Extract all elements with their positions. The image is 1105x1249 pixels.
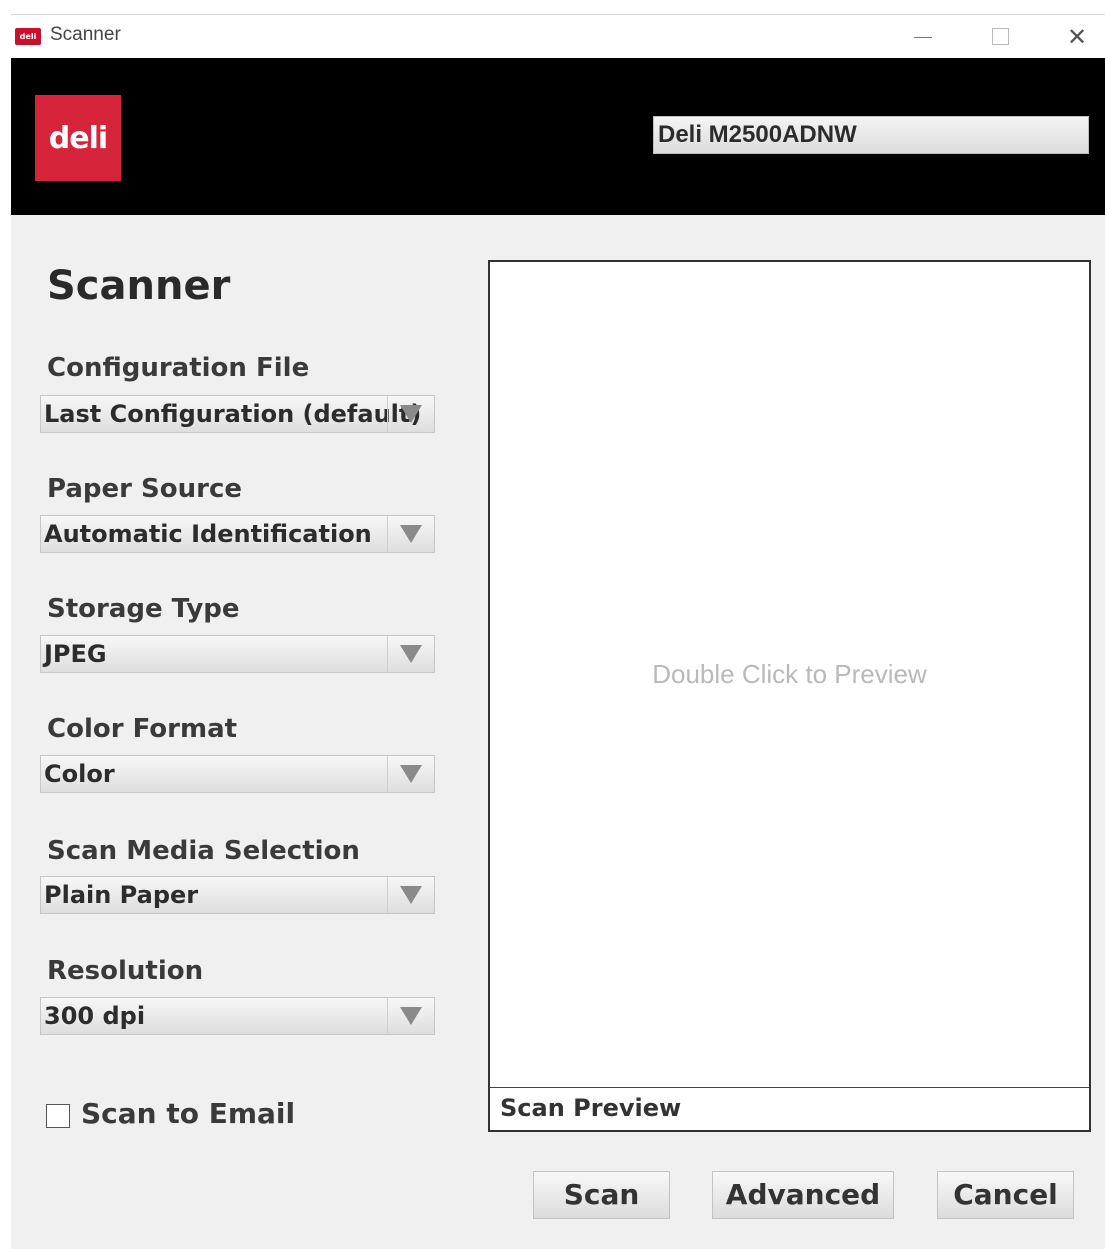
preview-footer: Scan Preview [490, 1087, 1089, 1130]
page-title: Scanner [47, 263, 231, 309]
title-bar: deli Scanner ✕ [11, 15, 1105, 58]
resolution-value: 300 dpi [44, 1002, 146, 1030]
maximize-button[interactable] [976, 15, 1024, 58]
configuration-file-value: Last Configuration (default) [44, 400, 422, 428]
chevron-down-icon [400, 525, 422, 543]
scan-to-email-label[interactable]: Scan to Email [81, 1097, 295, 1130]
chevron-down-icon [400, 886, 422, 904]
configuration-file-select[interactable]: Last Configuration (default) [40, 395, 435, 433]
dropdown-arrow[interactable] [387, 516, 434, 552]
storage-type-value: JPEG [44, 640, 107, 668]
scan-preview-pane[interactable]: Double Click to Preview Scan Preview [488, 260, 1091, 1132]
device-selector[interactable]: Deli M2500ADNW [653, 116, 1089, 154]
close-icon: ✕ [1066, 22, 1088, 51]
paper-source-select[interactable]: Automatic Identification [40, 515, 435, 553]
storage-type-select[interactable]: JPEG [40, 635, 435, 673]
minimize-icon [914, 37, 932, 38]
resolution-label: Resolution [47, 956, 204, 986]
window-title: Scanner [50, 24, 121, 45]
chevron-down-icon [400, 765, 422, 783]
paper-source-label: Paper Source [47, 474, 242, 504]
dropdown-arrow[interactable] [387, 998, 434, 1034]
scan-preview-label: Scan Preview [500, 1094, 682, 1122]
chevron-down-icon [400, 1007, 422, 1025]
color-format-select[interactable]: Color [40, 755, 435, 793]
preview-hint: Double Click to Preview [652, 659, 927, 689]
dropdown-arrow[interactable] [387, 396, 434, 432]
deli-logo: deli [35, 95, 121, 181]
maximize-icon [991, 28, 1009, 45]
scan-to-email-checkbox[interactable] [46, 1104, 70, 1128]
brand-header: deli Deli M2500ADNW [11, 58, 1105, 215]
scan-media-selection-select[interactable]: Plain Paper [40, 876, 435, 914]
advanced-button[interactable]: Advanced [712, 1171, 894, 1219]
color-format-label: Color Format [47, 714, 238, 744]
deli-app-icon: deli [15, 28, 41, 45]
scanner-window: deli Scanner ✕ deli Deli M2500ADNW Scann… [11, 14, 1105, 1249]
configuration-file-label: Configuration File [47, 353, 310, 383]
color-format-value: Color [44, 760, 115, 788]
minimize-button[interactable] [899, 15, 947, 58]
dropdown-arrow[interactable] [387, 877, 434, 913]
scan-media-selection-value: Plain Paper [44, 881, 199, 909]
chevron-down-icon [400, 645, 422, 663]
close-button[interactable]: ✕ [1053, 15, 1101, 58]
dropdown-arrow[interactable] [387, 636, 434, 672]
storage-type-label: Storage Type [47, 594, 240, 624]
chevron-down-icon [400, 405, 422, 423]
paper-source-value: Automatic Identification [44, 520, 372, 548]
resolution-select[interactable]: 300 dpi [40, 997, 435, 1035]
scan-button[interactable]: Scan [533, 1171, 670, 1219]
scan-media-selection-label: Scan Media Selection [47, 836, 360, 866]
dropdown-arrow[interactable] [387, 756, 434, 792]
cancel-button[interactable]: Cancel [937, 1171, 1074, 1219]
